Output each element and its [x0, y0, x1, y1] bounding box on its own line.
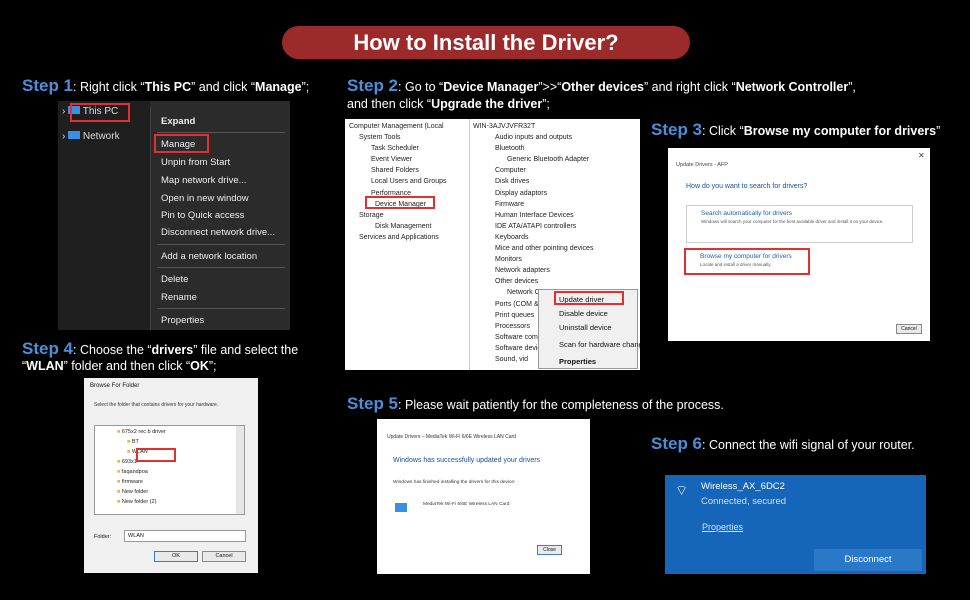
step4-text: Step 4: Choose the “drivers” file and se… — [22, 339, 299, 358]
search-automatically-option[interactable]: Search automatically for drivers Windows… — [686, 205, 913, 243]
menu-unpin[interactable]: Unpin from Start — [161, 157, 230, 168]
folder-new-folder[interactable]: New folder — [122, 489, 148, 495]
tree-services-apps[interactable]: Services and Applications — [349, 232, 446, 243]
cancel-button-folder[interactable]: Cancel — [202, 551, 246, 562]
wifi-ssid: Wireless_AX_6DC2 — [701, 481, 785, 492]
step2-text: Step 2: Go to “Device Manager”>>“Other d… — [347, 76, 856, 95]
wifi-status: Connected, secured — [701, 496, 787, 507]
menu-map-drive[interactable]: Map network drive... — [161, 175, 247, 186]
menu-rename[interactable]: Rename — [161, 292, 197, 303]
success-message: Windows has successfully updated your dr… — [393, 457, 541, 464]
browse-folder-title: Browse For Folder — [90, 383, 140, 389]
driver-updated-screenshot: Update Drivers – MediaTek Wi-Fi 6/6E Wir… — [377, 419, 590, 574]
dm-root[interactable]: WIN-3AJVJVFR32T — [473, 121, 593, 132]
close-icon[interactable]: ✕ — [918, 151, 925, 160]
wifi-properties-link[interactable]: Properties — [702, 522, 743, 532]
step4-text-line2: “WLAN” folder and then click “OK”; — [22, 359, 217, 373]
dm-mice[interactable]: Mice and other pointing devices — [473, 243, 593, 254]
tree-system-tools[interactable]: System Tools — [349, 132, 446, 143]
folder-new-folder-2[interactable]: New folder (2) — [122, 499, 157, 505]
tree-disk-management[interactable]: Disk Management — [349, 221, 446, 232]
dm-keyboards[interactable]: Keyboards — [473, 232, 593, 243]
network-card-icon — [395, 503, 407, 512]
dm-disk-drives[interactable]: Disk drives — [473, 176, 593, 187]
step3-text: Step 3: Click “Browse my computer for dr… — [651, 120, 941, 139]
dm-bluetooth[interactable]: Bluetooth — [473, 143, 593, 154]
search-automatically-title: Search automatically for drivers — [701, 210, 793, 217]
folder-693x1[interactable]: 693x1 — [122, 459, 137, 465]
step2-text-line2: and then click “Upgrade the driver”; — [347, 97, 550, 111]
dm-firmware[interactable]: Firmware — [473, 199, 593, 210]
dm-network-adapters[interactable]: Network adapters — [473, 265, 593, 276]
menu-delete[interactable]: Delete — [161, 274, 188, 285]
menu-add-network-location[interactable]: Add a network location — [161, 251, 257, 262]
dm-computer[interactable]: Computer — [473, 165, 593, 176]
dm-hid[interactable]: Human Interface Devices — [473, 210, 593, 221]
step5-text: Step 5: Please wait patiently for the co… — [347, 394, 724, 413]
update-drivers-screenshot: Update Drivers - AFP ✕ How do you want t… — [668, 148, 930, 341]
folder-input[interactable]: WLAN — [124, 530, 246, 542]
wifi-connection-panel: ⌔ Wireless_AX_6DC2 Connected, secured Pr… — [665, 475, 926, 574]
menu-disconnect-drive[interactable]: Disconnect network drive... — [161, 227, 275, 238]
page-title: How to Install the Driver? — [282, 26, 690, 59]
menu-pin-quick-access[interactable]: Pin to Quick access — [161, 210, 244, 221]
wifi-icon: ⌔ — [675, 482, 689, 498]
this-pc-context-menu-screenshot: › This PC › Network Expand Manage Unpin … — [58, 101, 290, 330]
ctx-scan-hardware[interactable]: Scan for hardware chang — [559, 340, 640, 349]
dm-ide[interactable]: IDE ATA/ATAPI controllers — [473, 221, 593, 232]
close-button[interactable]: Close — [537, 545, 562, 555]
tree-storage[interactable]: Storage — [349, 210, 446, 221]
tree-event-viewer[interactable]: Event Viewer — [349, 154, 446, 165]
menu-expand[interactable]: Expand — [161, 116, 195, 127]
ctx-properties[interactable]: Properties — [559, 357, 596, 366]
dm-audio[interactable]: Audio inputs and outputs — [473, 132, 593, 143]
search-question: How do you want to search for drivers? — [686, 183, 808, 190]
folder-label: Folder: — [94, 534, 112, 540]
device-manager-screenshot: Computer Management (Local System Tools … — [345, 119, 640, 370]
step6-text: Step 6: Connect the wifi signal of your … — [651, 434, 915, 453]
tree-computer-management[interactable]: Computer Management (Local — [349, 121, 446, 132]
tree-item-network[interactable]: › Network — [62, 131, 120, 142]
step1-text: Step 1: Right click “This PC” and click … — [22, 76, 310, 95]
menu-open-new-window[interactable]: Open in new window — [161, 193, 249, 204]
ctx-uninstall-device[interactable]: Uninstall device — [559, 323, 612, 332]
dm-display[interactable]: Display adaptors — [473, 188, 593, 199]
browse-folder-dialog: Browse For Folder Select the folder that… — [84, 378, 258, 573]
driver-update-header: Update Drivers – MediaTek Wi-Fi 6/6E Wir… — [387, 434, 516, 440]
folder-bt[interactable]: BT — [132, 439, 139, 445]
ctx-disable-device[interactable]: Disable device — [559, 309, 608, 318]
menu-properties[interactable]: Properties — [161, 315, 204, 326]
disconnect-button[interactable]: Disconnect — [814, 549, 922, 571]
update-drivers-header: Update Drivers - AFP — [676, 162, 728, 168]
ok-button[interactable]: OK — [154, 551, 198, 562]
folder-tree[interactable]: ■ 675x2 rec b driver ■ BT ■ WLAN ■ 693x1… — [94, 425, 245, 515]
tree-shared-folders[interactable]: Shared Folders — [349, 165, 446, 176]
dm-monitors[interactable]: Monitors — [473, 254, 593, 265]
search-automatically-desc: Windows will search your computer for th… — [701, 219, 884, 224]
folder-675x2[interactable]: 675x2 rec b driver — [122, 429, 166, 435]
device-name: MediaTek Wi-Fi 6/6E Wireless LAN Card — [423, 502, 510, 507]
dm-other-devices[interactable]: Other devices — [473, 276, 593, 287]
folder-firmware[interactable]: firmware — [122, 479, 143, 485]
cancel-button[interactable]: Cancel — [896, 324, 922, 334]
tree-task-scheduler[interactable]: Task Scheduler — [349, 143, 446, 154]
folder-scrollbar[interactable] — [236, 426, 244, 514]
dm-bt-adapter[interactable]: Generic Bluetooth Adapter — [473, 154, 593, 165]
folder-faqandpoa[interactable]: faqandpoa — [122, 469, 148, 475]
finished-message: Windows has finished installing the driv… — [393, 480, 516, 485]
tree-local-users[interactable]: Local Users and Groups — [349, 176, 446, 187]
browse-folder-desc: Select the folder that contains drivers … — [94, 402, 219, 408]
